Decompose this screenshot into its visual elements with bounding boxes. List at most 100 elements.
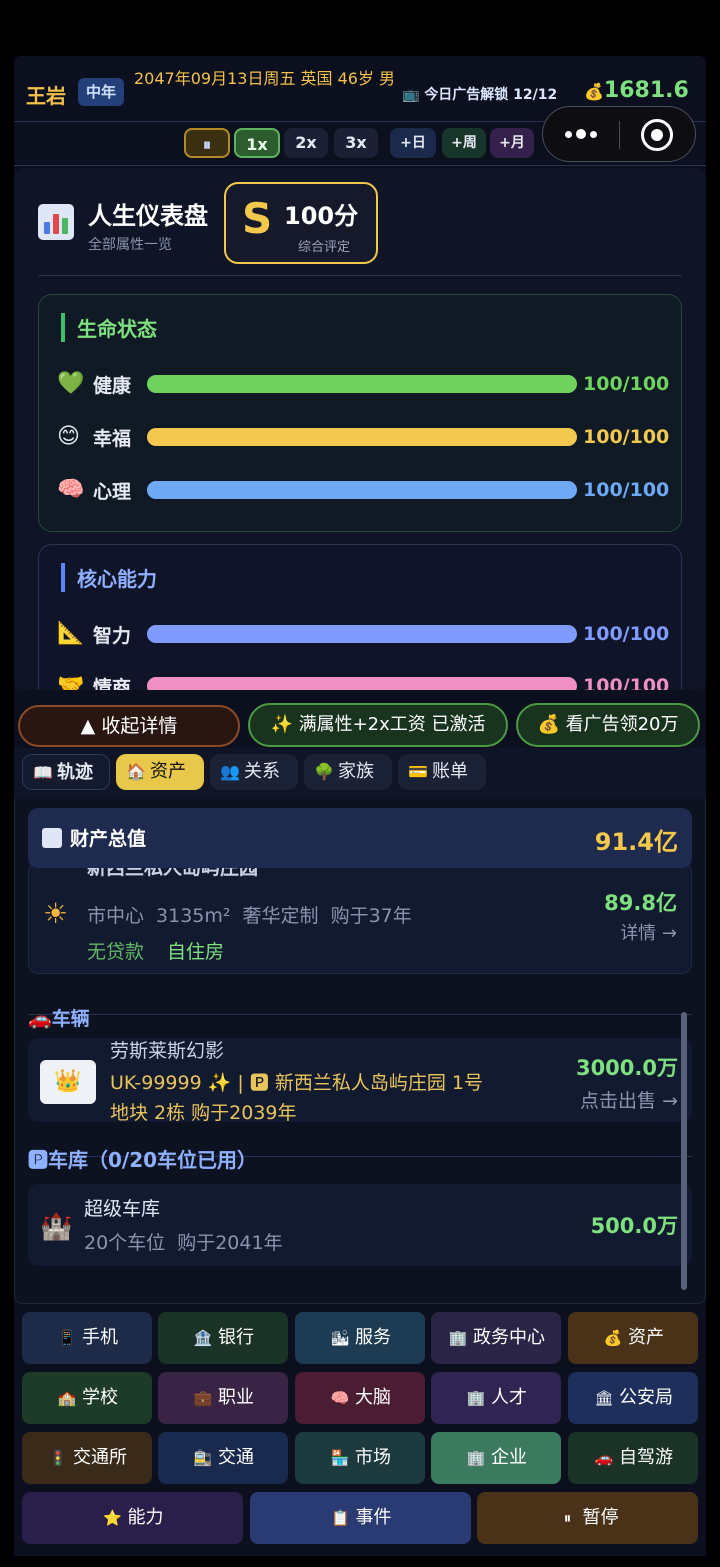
stat-bar-fill xyxy=(147,481,577,499)
pause-button[interactable]: ⏸ xyxy=(184,128,230,158)
net-worth-value: 91.4亿 xyxy=(594,828,678,856)
life-dashboard: 人生仪表盘 全部属性一览 S 100分 综合评定 生命状态 💚 健康 100/1… xyxy=(14,168,706,690)
nav-label: 政务中心 xyxy=(473,1327,545,1348)
bank-icon: 🏦 xyxy=(193,1329,213,1347)
briefcase-icon: 💼 xyxy=(193,1389,213,1407)
nav-market-button[interactable]: 🏪 市场 xyxy=(295,1432,425,1484)
nav-traffic-office-button[interactable]: 🚦 交通所 xyxy=(22,1432,152,1484)
stat-value: 100/100 xyxy=(583,373,670,395)
more-icon[interactable] xyxy=(557,119,605,149)
full-attributes-button[interactable]: ✨ 满属性+2x工资 已激活 xyxy=(248,703,508,747)
stat-label: 情商 xyxy=(93,677,132,690)
tab-label: 资产 xyxy=(150,761,186,782)
nav-talent-button[interactable]: 🏢 人才 xyxy=(431,1372,561,1424)
office-icon: 🏢 xyxy=(466,1389,486,1407)
vehicle-card[interactable]: 劳斯莱斯幻影 👑 UK-99999 ✨ | 🅿 新西兰私人岛屿庄园 1号 地块 … xyxy=(28,1038,692,1122)
stat-health: 💚 健康 100/100 xyxy=(57,369,670,399)
nav-pause-button[interactable]: ⏸ 暂停 xyxy=(477,1492,698,1544)
close-miniprogram-icon[interactable] xyxy=(641,119,673,151)
brain-icon: 🧠 xyxy=(57,477,85,502)
stat-bar-fill xyxy=(147,375,577,393)
nav-ability-button[interactable]: ⭐ 能力 xyxy=(22,1492,243,1544)
clipboard-icon: 📋 xyxy=(331,1509,350,1527)
nav-label: 市场 xyxy=(355,1447,391,1468)
vehicles-divider xyxy=(28,1014,692,1015)
nav-career-button[interactable]: 💼 职业 xyxy=(158,1372,288,1424)
tab-bills[interactable]: 💳 账单 xyxy=(398,754,486,790)
dashboard-divider xyxy=(38,275,682,276)
money-bag-icon: 💰 xyxy=(603,1329,623,1347)
nav-brain-button[interactable]: 🧠 大脑 xyxy=(295,1372,425,1424)
people-icon: 👥 xyxy=(220,762,240,781)
usage-tag: 自住房 xyxy=(167,941,225,963)
tab-assets[interactable]: 🏠 资产 xyxy=(116,754,204,790)
stat-bar-fill xyxy=(147,428,577,446)
watch-ad-button[interactable]: 💰 看广告领20万 xyxy=(516,703,700,747)
bottom-nav: 📱 手机 🏦 银行 🏙 服务 🏢 政务中心 💰 资产 🏫 学校 💼 职业 🧠 大脑 🏢 人才 🏛 公安局 🚦 交通所 🚉 交通… xyxy=(14,1304,706,1556)
stat-label: 幸福 xyxy=(93,428,132,450)
capsule-divider xyxy=(619,121,620,149)
brain-icon: 🧠 xyxy=(330,1389,350,1407)
collapse-details-button[interactable]: ▲ 收起详情 xyxy=(18,705,240,747)
nav-label: 资产 xyxy=(628,1327,664,1348)
asset-scrollbar[interactable] xyxy=(681,1012,687,1290)
stat-label: 心理 xyxy=(93,481,132,503)
app-root: 王岩 中年 2047年09月13日周五 英国 46岁 男 📺 今日广告解锁 12… xyxy=(0,0,720,1567)
skip-day-button[interactable]: +日 xyxy=(390,128,436,158)
stat-label: 健康 xyxy=(93,375,132,397)
tab-family[interactable]: 🌳 家族 xyxy=(304,754,392,790)
nav-assets-button[interactable]: 💰 资产 xyxy=(568,1312,698,1364)
nav-label: 人才 xyxy=(491,1387,527,1408)
stat-intelligence: 📐 智力 100/100 xyxy=(57,619,669,649)
nav-phone-button[interactable]: 📱 手机 xyxy=(22,1312,152,1364)
house-icon: 🏠 xyxy=(126,762,146,781)
stat-label: 智力 xyxy=(93,625,132,647)
sun-icon: ☀ xyxy=(43,897,69,930)
vehicle-location: 地块 2栋 购于2039年 xyxy=(110,1102,297,1122)
date-info: 2047年09月13日周五 英国 46岁 男 xyxy=(134,69,396,88)
stat-bar xyxy=(147,375,577,393)
speed-2x-button[interactable]: 2x xyxy=(284,128,328,158)
speed-1x-button[interactable]: 1x xyxy=(234,128,280,158)
tab-trajectory[interactable]: 📖 轨迹 xyxy=(22,754,110,790)
tab-relations[interactable]: 👥 关系 xyxy=(210,754,298,790)
life-status-section: 生命状态 💚 健康 100/100 😊 幸福 100/100 🧠 心理 100/… xyxy=(38,294,682,532)
life-status-title: 生命状态 xyxy=(61,313,157,342)
bar-chart-icon xyxy=(38,204,74,240)
handshake-icon: 🤝 xyxy=(57,673,85,690)
stat-value: 100/100 xyxy=(583,479,670,501)
speed-divider xyxy=(14,165,706,166)
asset-panel: 新西兰私人岛屿庄园 ☀ 市中心 3135m² 奢华定制 购于37年 无贷款 自住… xyxy=(14,798,706,1304)
store-icon: 🏪 xyxy=(330,1449,350,1467)
score-points: 100分 xyxy=(284,202,359,230)
net-worth-label: 财产总值 xyxy=(70,828,147,850)
stat-value: 100/100 xyxy=(583,675,670,690)
nav-enterprise-button[interactable]: 🏢 企业 xyxy=(431,1432,561,1484)
skip-week-button[interactable]: +周 xyxy=(442,128,486,158)
nav-road-trip-button[interactable]: 🚗 自驾游 xyxy=(568,1432,698,1484)
nav-service-button[interactable]: 🏙 服务 xyxy=(295,1312,425,1364)
nav-government-button[interactable]: 🏢 政务中心 xyxy=(431,1312,561,1364)
miniprogram-capsule xyxy=(542,106,696,162)
property-details-link[interactable]: 详情 → xyxy=(620,919,677,945)
speed-3x-button[interactable]: 3x xyxy=(334,128,378,158)
ad-unlock-counter: 📺 今日广告解锁 12/12 xyxy=(402,87,558,103)
police-icon: 🏛 xyxy=(594,1389,614,1407)
property-meta: 市中心 3135m² 奢华定制 购于37年 xyxy=(87,905,412,927)
nav-bank-button[interactable]: 🏦 银行 xyxy=(158,1312,288,1364)
garage-card[interactable]: 🏰 超级车库 20个车位 购于2041年 500.0万 xyxy=(28,1184,692,1266)
nav-police-button[interactable]: 🏛 公安局 xyxy=(568,1372,698,1424)
car-icon: 🚗 xyxy=(594,1449,614,1467)
dashboard-title: 人生仪表盘 xyxy=(88,202,208,230)
nav-label: 手机 xyxy=(82,1327,118,1348)
stat-mental: 🧠 心理 100/100 xyxy=(57,475,670,505)
core-ability-section: 核心能力 📐 智力 100/100 🤝 情商 100/100 xyxy=(38,544,682,690)
nav-transport-button[interactable]: 🚉 交通 xyxy=(158,1432,288,1484)
property-card[interactable]: 新西兰私人岛屿庄园 ☀ 市中心 3135m² 奢华定制 购于37年 无贷款 自住… xyxy=(28,862,692,974)
vehicle-price: 3000.0万 xyxy=(575,1056,678,1080)
stat-bar xyxy=(147,625,577,643)
nav-events-button[interactable]: 📋 事件 xyxy=(250,1492,471,1544)
sell-vehicle-link[interactable]: 点击出售 → xyxy=(580,1086,678,1113)
skip-month-button[interactable]: +月 xyxy=(490,128,534,158)
nav-school-button[interactable]: 🏫 学校 xyxy=(22,1372,152,1424)
